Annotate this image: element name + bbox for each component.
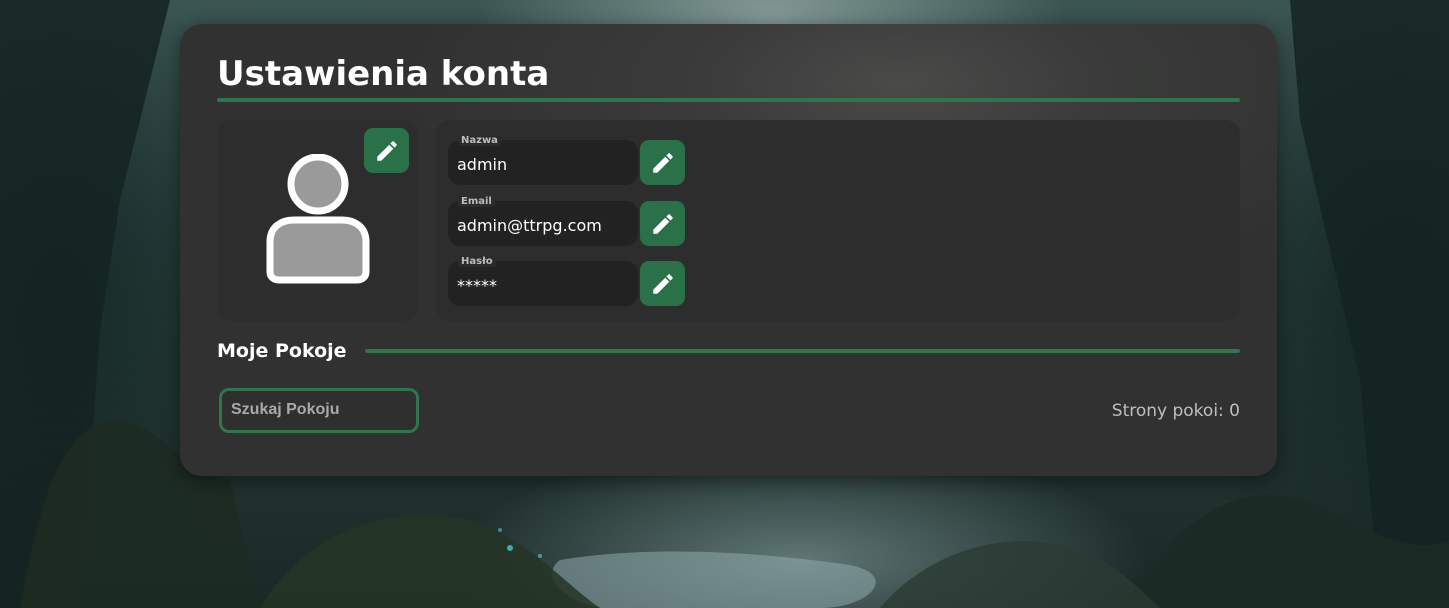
- room-search-input[interactable]: Szukaj Pokoju: [219, 388, 419, 433]
- account-settings-panel: Ustawienia konta admin Nazwa admin@ttrpg…: [180, 24, 1277, 476]
- profile-fields-card: admin Nazwa admin@ttrpg.com Email ***** …: [436, 120, 1240, 321]
- user-silhouette-icon: [266, 154, 370, 284]
- name-field[interactable]: admin: [448, 140, 638, 185]
- pencil-icon: [376, 140, 397, 161]
- password-field-group: ***** Hasło: [448, 256, 688, 307]
- name-field-label: Nazwa: [458, 135, 501, 146]
- password-field-label: Hasło: [458, 256, 496, 267]
- edit-password-button[interactable]: [640, 261, 685, 306]
- avatar-card: [217, 120, 418, 321]
- rooms-divider: [365, 349, 1240, 353]
- pencil-icon: [652, 273, 673, 294]
- edit-email-button[interactable]: [640, 201, 685, 246]
- room-pages-count: Strony pokoi: 0: [1111, 401, 1240, 421]
- password-field[interactable]: *****: [448, 261, 638, 306]
- title-divider: [217, 98, 1240, 102]
- email-field-group: admin@ttrpg.com Email: [448, 196, 688, 247]
- name-field-group: admin Nazwa: [448, 135, 688, 186]
- page-title: Ustawienia konta: [217, 54, 550, 94]
- email-field[interactable]: admin@ttrpg.com: [448, 201, 638, 246]
- email-field-label: Email: [458, 196, 495, 207]
- edit-avatar-button[interactable]: [364, 128, 409, 173]
- edit-name-button[interactable]: [640, 140, 685, 185]
- pencil-icon: [652, 213, 673, 234]
- rooms-section-title: Moje Pokoje: [217, 340, 347, 362]
- pencil-icon: [652, 152, 673, 173]
